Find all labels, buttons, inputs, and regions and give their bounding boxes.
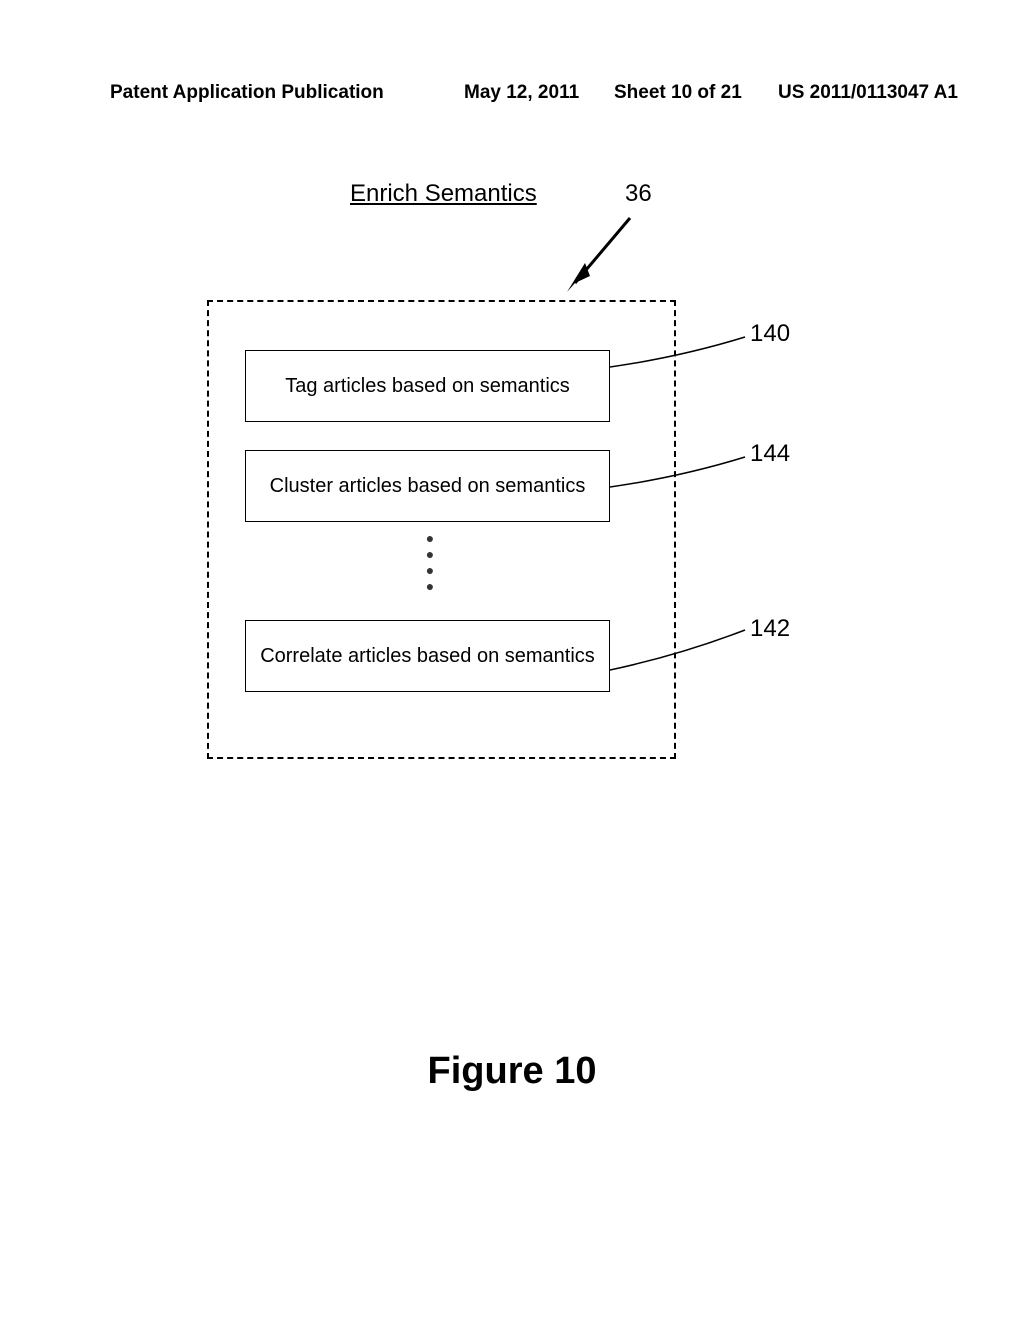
reference-140: 140	[750, 320, 790, 348]
leader-line-144	[610, 452, 755, 497]
publication-date: May 12, 2011	[464, 82, 579, 104]
reference-144: 144	[750, 440, 790, 468]
diagram-title: Enrich Semantics	[350, 180, 537, 208]
leader-line-142	[610, 625, 755, 675]
leader-line-140	[610, 332, 755, 377]
reference-36: 36	[625, 180, 652, 208]
reference-142: 142	[750, 615, 790, 643]
step-cluster-articles-text: Cluster articles based on semantics	[270, 473, 586, 500]
step-cluster-articles: Cluster articles based on semantics	[245, 450, 610, 522]
step-correlate-articles-text: Correlate articles based on semantics	[260, 643, 595, 670]
step-tag-articles-text: Tag articles based on semantics	[285, 373, 570, 400]
step-correlate-articles: Correlate articles based on semantics	[245, 620, 610, 692]
sheet-number: Sheet 10 of 21	[614, 82, 742, 104]
ellipsis-dots: ● ● ● ●	[420, 530, 440, 594]
patent-figure-page: Patent Application Publication May 12, 2…	[0, 0, 1024, 1320]
arrow-icon	[555, 208, 645, 298]
publication-label: Patent Application Publication	[110, 82, 384, 104]
figure-caption: Figure 10	[0, 1050, 1024, 1093]
publication-number: US 2011/0113047 A1	[778, 82, 958, 104]
step-tag-articles: Tag articles based on semantics	[245, 350, 610, 422]
